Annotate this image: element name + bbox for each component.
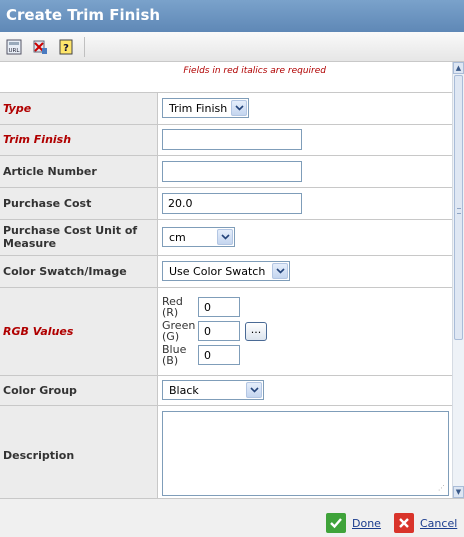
row-color-swatch: Color Swatch/Image Use Color Swatch [0,255,452,288]
red-input[interactable]: 0 [198,297,240,317]
red-label: Red (R) [162,295,183,319]
chevron-down-icon [246,382,262,398]
chevron-down-icon [217,229,233,245]
help-icon[interactable]: ? [57,38,75,56]
svg-text:?: ? [63,43,69,54]
toolbar: URL ? [0,32,464,62]
row-rgb: RGB Values Red (R) 0 Green (G) 0 ... Blu… [0,287,452,376]
row-description: Description ⋰ [0,405,452,498]
row-color-group: Color Group Black [0,375,452,406]
checkmark-icon [326,513,346,533]
chevron-down-icon [231,100,247,117]
rgb-blue-row: Blue (B) 0 [162,343,449,367]
purchase-cost-uom-select[interactable]: cm [162,227,235,247]
chevron-down-icon [272,263,288,279]
required-note: Fields in red italics are required [0,62,452,93]
url-icon[interactable]: URL [5,38,23,56]
purchase-cost-uom-label: Purchase Cost Unit of Measure [0,219,158,256]
row-type: Type Trim Finish [0,93,452,125]
article-number-input[interactable] [162,160,302,182]
scroll-up-icon[interactable]: ▲ [453,62,464,74]
color-swatch-value: Use Color Swatch [169,264,266,278]
vertical-scrollbar[interactable]: ▲ ▼ [452,62,464,498]
toolbar-divider [84,37,85,57]
purchase-cost-uom-value: cm [169,230,186,244]
blue-label: Blue (B) [162,343,187,367]
scroll-thumb[interactable] [454,75,463,340]
scroll-down-icon[interactable]: ▼ [453,486,464,498]
purchase-cost-input[interactable]: 20.0 [162,192,302,214]
clear-format-icon[interactable] [31,38,49,56]
article-number-label: Article Number [0,155,158,188]
rgb-green-row: Green (G) 0 ... [162,319,449,343]
rgb-label: RGB Values [0,287,158,376]
trim-finish-label: Trim Finish [0,124,158,156]
row-purchase-cost: Purchase Cost 20.0 [0,187,452,220]
type-label: Type [0,93,158,125]
resize-grip-icon[interactable]: ⋰ [438,484,445,492]
cancel-label: Cancel [420,516,458,530]
color-group-select[interactable]: Black [162,380,264,400]
type-select[interactable]: Trim Finish [162,98,249,119]
green-input[interactable]: 0 [198,321,240,341]
done-button[interactable]: Done [326,513,381,533]
purchase-cost-label: Purchase Cost [0,187,158,220]
form-content: Fields in red italics are required Type … [0,62,452,498]
row-article-number: Article Number [0,155,452,188]
blue-input[interactable]: 0 [198,345,240,365]
description-textarea[interactable]: ⋰ [162,410,449,496]
svg-text:URL: URL [9,48,21,54]
color-group-label: Color Group [0,375,158,406]
type-select-value: Trim Finish [169,101,228,115]
row-trim-finish: Trim Finish [0,124,452,156]
color-group-value: Black [169,383,199,397]
close-icon [394,513,414,533]
window-title: Create Trim Finish [0,0,464,32]
dialog-footer: Done Cancel [0,498,464,537]
form-table: Type Trim Finish Trim Finish Article Num… [0,93,452,498]
rgb-red-row: Red (R) 0 [162,295,449,319]
row-purchase-cost-uom: Purchase Cost Unit of Measure cm [0,219,452,256]
description-label: Description [0,405,158,498]
trim-finish-input[interactable] [162,129,302,150]
color-swatch-label: Color Swatch/Image [0,255,158,288]
done-label: Done [352,516,381,530]
color-picker-button[interactable]: ... [245,321,267,341]
cancel-button[interactable]: Cancel [394,513,457,533]
green-label: Green (G) [162,319,196,343]
color-swatch-select[interactable]: Use Color Swatch [162,261,290,281]
